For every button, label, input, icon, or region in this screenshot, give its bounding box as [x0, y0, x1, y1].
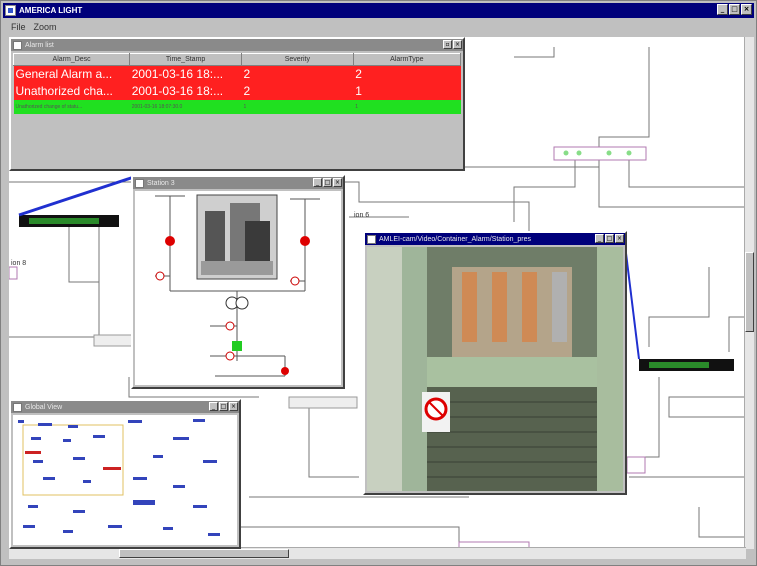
label-right-node: ion 6 [354, 212, 369, 219]
switch-open[interactable] [155, 271, 165, 281]
maximize-button[interactable]: □ [729, 4, 740, 15]
global-view-window: Global View _ □ × [9, 399, 241, 549]
station-title: Station 3 [147, 179, 175, 187]
close-button[interactable]: × [453, 40, 462, 49]
alarm-list-title: Alarm list [25, 41, 54, 49]
alarm-desc-cell: Unathorized change of statu... [13, 99, 130, 114]
column-header-alarm-type[interactable]: AlarmType [352, 53, 461, 66]
breaker-closed[interactable] [300, 236, 310, 246]
global-overview-map[interactable] [13, 415, 237, 545]
alarm-type-cell: 2 [353, 65, 461, 83]
minimize-button[interactable]: _ [595, 234, 604, 243]
link-blue-left [18, 175, 135, 217]
vertical-scrollbar[interactable] [744, 37, 754, 549]
restore-button[interactable]: ▫ [443, 40, 452, 49]
switch-open[interactable] [290, 276, 300, 286]
column-header-time-stamp[interactable]: Time_Stamp [129, 53, 242, 66]
close-button[interactable]: × [333, 178, 342, 187]
window-icon [13, 402, 22, 412]
video-window: AMLEI-cam/Video/Container_Alarm/Station_… [363, 231, 627, 495]
window-icon [135, 178, 144, 188]
breaker-open[interactable] [232, 341, 242, 351]
video-titlebar[interactable]: AMLEI-cam/Video/Container_Alarm/Station_… [365, 233, 625, 245]
switch-open[interactable] [225, 321, 235, 331]
maximize-button[interactable]: □ [323, 178, 332, 187]
breaker-closed[interactable] [281, 367, 289, 375]
video-title: AMLEI-cam/Video/Container_Alarm/Station_… [379, 235, 532, 243]
alarm-row[interactable]: Unathorized change of statu... 2001-03-1… [13, 99, 461, 114]
station-window: Station 3 _ □ × [131, 175, 345, 389]
column-header-severity[interactable]: Severity [240, 53, 354, 66]
close-button[interactable]: × [229, 402, 238, 411]
window-icon [367, 234, 376, 244]
alarm-time-cell: 2001-03-16 18:... [129, 82, 242, 100]
minimize-button[interactable]: _ [209, 402, 218, 411]
alarm-desc-cell: Unathorized cha... [13, 82, 130, 100]
alarm-type-cell: 1 [353, 99, 461, 114]
switch-open[interactable] [225, 351, 235, 361]
label-left-node: ion 8 [11, 260, 26, 267]
overview-devices [18, 419, 220, 536]
alarm-severity-cell: 2 [241, 65, 354, 83]
horizontal-scroll-thumb[interactable] [119, 549, 289, 558]
station-titlebar[interactable]: Station 3 _ □ × [133, 177, 343, 189]
device-substation-2[interactable] [93, 334, 135, 347]
device-substation-4[interactable] [288, 396, 358, 409]
alarm-desc-cell: General Alarm a... [13, 65, 130, 83]
close-button[interactable]: × [741, 4, 752, 15]
alarm-time-cell: 2001-03-16 18:... [129, 65, 242, 83]
alarm-severity-cell: 1 [241, 99, 354, 114]
global-view-titlebar[interactable]: Global View _ □ × [11, 401, 239, 413]
close-button[interactable]: × [615, 234, 624, 243]
camera-feed-image [367, 247, 623, 491]
minimize-button[interactable]: _ [313, 178, 322, 187]
window-icon [13, 40, 22, 50]
alarm-row[interactable]: General Alarm a... 2001-03-16 18:... 2 2 [13, 65, 461, 83]
global-view-title: Global View [25, 403, 63, 411]
minimize-button[interactable]: _ [717, 4, 728, 15]
alarm-table: Alarm_Desc Time_Stamp Severity AlarmType… [13, 53, 461, 114]
breaker-closed[interactable] [165, 236, 175, 246]
menu-zoom[interactable]: Zoom [34, 22, 57, 32]
alarm-row[interactable]: Unathorized cha... 2001-03-16 18:... 2 1 [13, 82, 461, 100]
station-photo [196, 194, 278, 280]
window-title: AMERICA LIGHT [19, 6, 83, 15]
alarm-list-window: Alarm list ▫ × Alarm_Desc Time_Stamp Sev… [9, 37, 465, 171]
application-window: AMERICA LIGHT _ □ × File Zoom ion 8 ion … [0, 0, 757, 566]
alarm-type-cell: 1 [353, 82, 461, 100]
vertical-scroll-thumb[interactable] [745, 252, 754, 332]
app-icon [5, 5, 16, 16]
column-header-alarm-desc[interactable]: Alarm_Desc [13, 53, 131, 66]
menu-file[interactable]: File [11, 22, 26, 32]
menu-bar: File Zoom [3, 19, 754, 35]
alarm-time-cell: 2001-03-16 18:07:30.0 [129, 99, 242, 114]
window-titlebar: AMERICA LIGHT _ □ × [3, 3, 754, 18]
alarm-severity-cell: 2 [241, 82, 354, 100]
maximize-button[interactable]: □ [219, 402, 228, 411]
single-line-diagram [155, 194, 320, 377]
alarm-list-titlebar[interactable]: Alarm list ▫ × [11, 39, 463, 51]
maximize-button[interactable]: □ [605, 234, 614, 243]
